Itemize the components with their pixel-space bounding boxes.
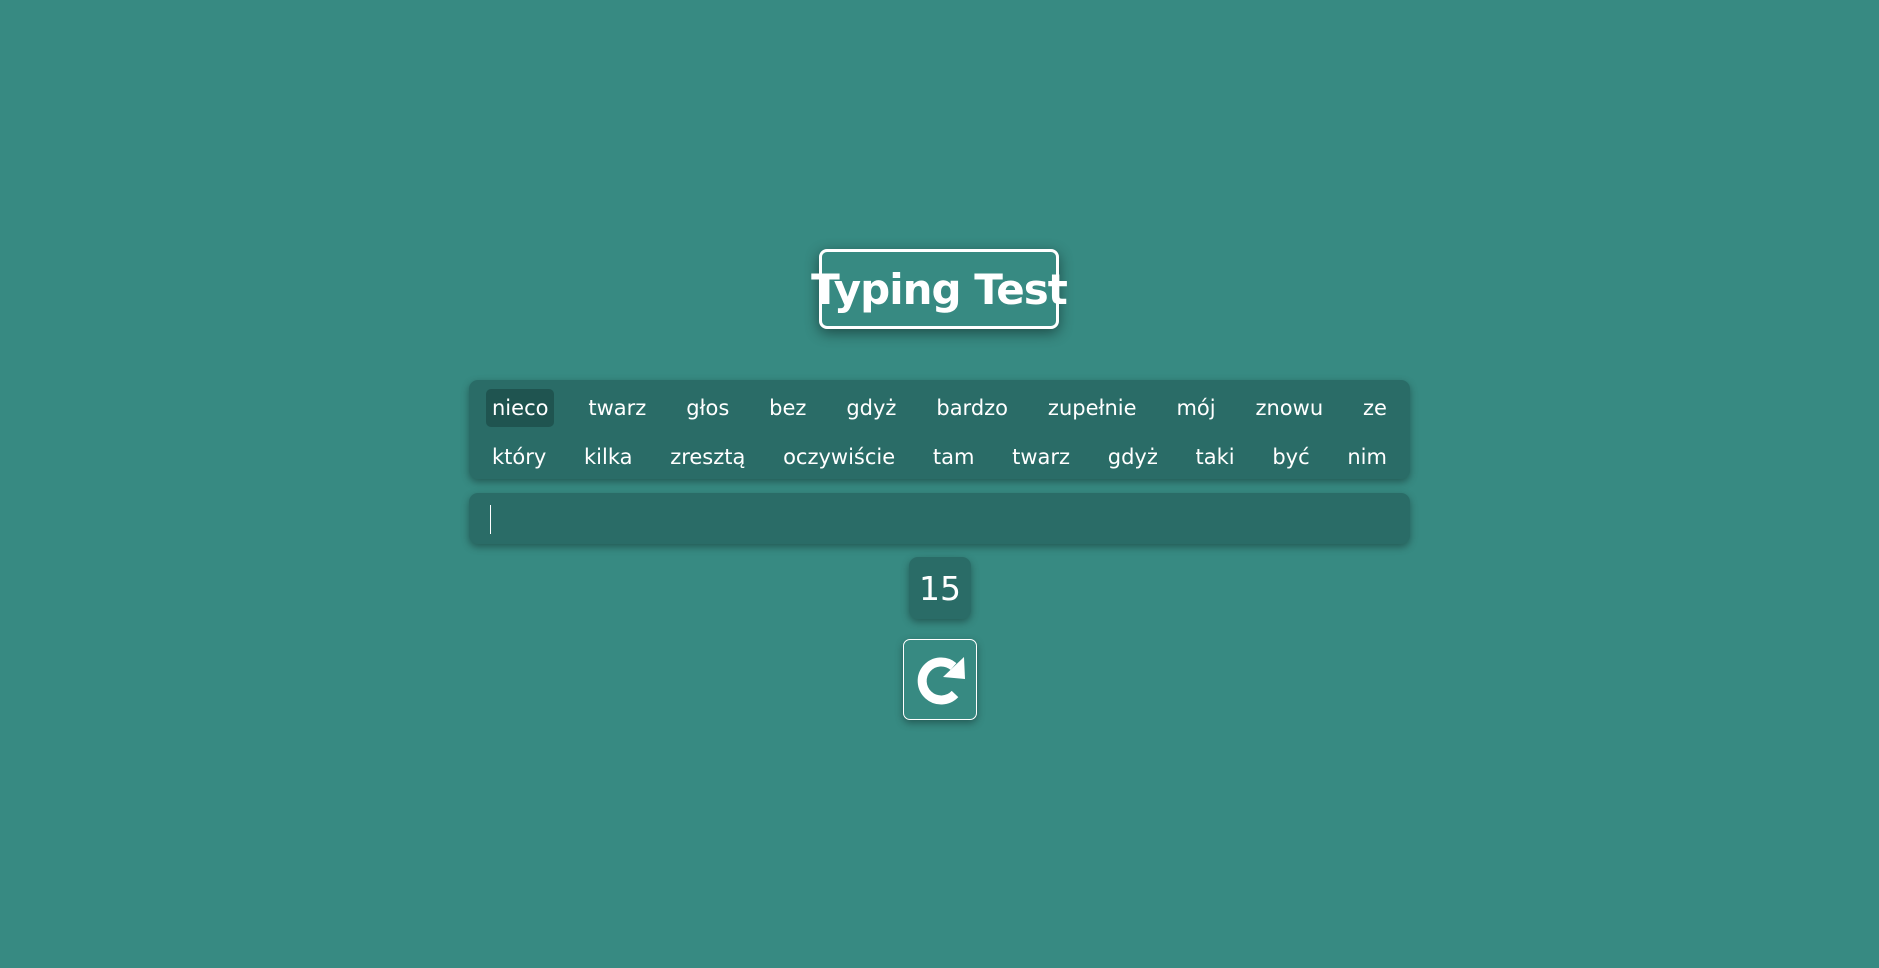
word: mój [1176, 395, 1216, 420]
word: tam [932, 444, 975, 469]
word: kilka [584, 444, 633, 469]
typing-input[interactable] [469, 493, 1410, 544]
words-panel: nieco twarz głos bez gdyż bardzo zupełni… [469, 380, 1410, 479]
word-current: nieco [486, 388, 555, 427]
typing-test-page: Typing Test nieco twarz głos bez gdyż ba… [0, 0, 1879, 968]
word: bez [769, 395, 807, 420]
page-title: Typing Test [811, 264, 1068, 314]
countdown-timer: 15 [909, 557, 971, 619]
word: twarz [588, 395, 647, 420]
word: zupełnie [1047, 395, 1137, 420]
restart-icon [917, 656, 965, 704]
word: gdyż [1107, 444, 1158, 469]
word: ze [1363, 395, 1387, 420]
title-box: Typing Test [811, 249, 1068, 329]
word: nim [1347, 444, 1387, 469]
word: zresztą [670, 444, 746, 469]
word: być [1272, 444, 1310, 469]
word-row-2: który kilka zresztą oczywiście tam twarz… [486, 435, 1393, 478]
restart-button[interactable] [903, 639, 977, 720]
word: znowu [1255, 395, 1324, 420]
text-caret [490, 505, 491, 534]
typing-input-panel [469, 493, 1410, 544]
word: twarz [1012, 444, 1071, 469]
word: gdyż [846, 395, 897, 420]
word: taki [1195, 444, 1235, 469]
word: bardzo [936, 395, 1009, 420]
word: głos [686, 395, 730, 420]
word: oczywiście [783, 444, 896, 469]
word: który [492, 444, 547, 469]
word-row-1: nieco twarz głos bez gdyż bardzo zupełni… [486, 386, 1393, 429]
